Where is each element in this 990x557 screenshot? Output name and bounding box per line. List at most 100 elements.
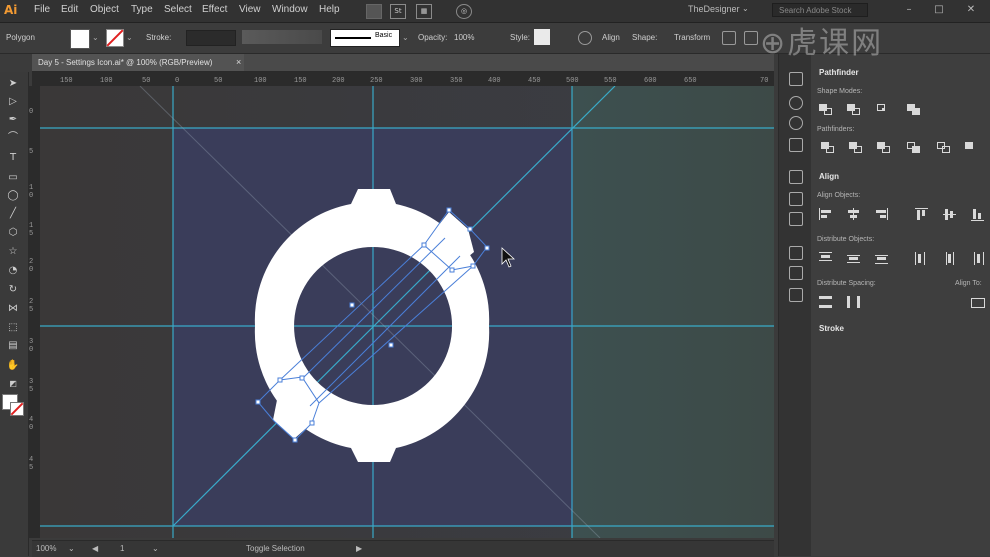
zoom-level[interactable]: 100% xyxy=(36,544,56,553)
selection-tool-icon[interactable]: ➤ xyxy=(6,78,20,90)
menu-file[interactable]: File xyxy=(34,4,50,15)
crop-icon[interactable] xyxy=(907,142,920,153)
stroke-color-swatch[interactable] xyxy=(10,402,24,416)
rectangle-tool-icon[interactable]: ▭ xyxy=(6,172,20,184)
distribute-vertical-center-icon[interactable] xyxy=(847,252,861,264)
artboards-panel-icon[interactable] xyxy=(789,266,803,280)
transform-panel-icon[interactable] xyxy=(789,192,803,206)
recolor-icon[interactable] xyxy=(578,31,592,45)
hand-tool-icon[interactable]: ✋ xyxy=(6,360,20,372)
stock-icon[interactable]: St xyxy=(390,4,406,19)
graphic-style-swatch[interactable] xyxy=(534,29,550,45)
brush-definition-dropdown[interactable]: Basic xyxy=(330,29,400,47)
align-top-icon[interactable] xyxy=(915,208,929,220)
document-tab[interactable]: Day 5 - Settings Icon.ai* @ 100% (RGB/Pr… xyxy=(32,54,244,71)
exclude-icon[interactable] xyxy=(907,104,920,115)
opacity-value[interactable]: 100% xyxy=(454,33,474,42)
distribute-bottom-icon[interactable] xyxy=(875,252,889,264)
pathfinder-title[interactable]: Pathfinder xyxy=(819,68,859,77)
rotate-tool-icon[interactable]: ↻ xyxy=(6,284,20,296)
menu-help[interactable]: Help xyxy=(319,4,340,15)
merge-icon[interactable] xyxy=(877,142,890,153)
stroke-title[interactable]: Stroke xyxy=(819,324,844,333)
align-horizontal-center-icon[interactable] xyxy=(847,208,861,220)
unite-icon[interactable] xyxy=(819,104,832,115)
bridge-icon[interactable] xyxy=(366,4,382,19)
shape-link[interactable]: Shape: xyxy=(632,33,657,42)
close-icon[interactable]: ✕ xyxy=(962,2,980,18)
menu-type[interactable]: Type xyxy=(131,4,153,15)
play-icon[interactable]: ▶ xyxy=(356,544,362,553)
chevron-down-icon[interactable]: ⌄ xyxy=(68,544,75,553)
align-title[interactable]: Align xyxy=(819,172,839,181)
gradient-panel-icon[interactable] xyxy=(789,138,803,152)
export-panel-icon[interactable] xyxy=(789,288,803,302)
reflect-tool-icon[interactable]: ⋈ xyxy=(6,303,20,315)
align-vertical-center-icon[interactable] xyxy=(943,208,957,220)
chevron-down-icon[interactable]: ⌄ xyxy=(742,4,749,13)
arrange-icon[interactable] xyxy=(744,31,758,45)
outline-icon[interactable] xyxy=(937,142,950,153)
chevron-down-icon[interactable]: ⌄ xyxy=(402,33,409,42)
gpu-performance-icon[interactable]: ◎ xyxy=(456,4,472,19)
free-transform-icon[interactable]: ⬚ xyxy=(6,322,20,334)
distribute-left-icon[interactable] xyxy=(915,252,929,265)
transform-link[interactable]: Transform xyxy=(674,33,710,42)
brushes-panel-icon[interactable] xyxy=(789,116,803,130)
distribute-top-icon[interactable] xyxy=(819,252,833,264)
layers-panel-icon[interactable] xyxy=(789,246,803,260)
close-tab-icon[interactable]: × xyxy=(236,54,241,71)
stroke-weight-field[interactable] xyxy=(186,30,236,46)
line-tool-icon[interactable]: ╱ xyxy=(6,208,20,220)
fill-swatch[interactable] xyxy=(70,29,90,49)
align-bottom-icon[interactable] xyxy=(971,208,985,221)
divide-icon[interactable] xyxy=(821,142,834,153)
vertical-distribute-space-icon[interactable] xyxy=(819,296,833,308)
gradient-tool-icon[interactable]: ▤ xyxy=(6,340,20,352)
search-stock-input[interactable]: Search Adobe Stock xyxy=(772,3,868,17)
ellipse-tool-icon[interactable]: ◯ xyxy=(6,190,20,202)
type-tool-icon[interactable]: T xyxy=(6,152,20,164)
horizontal-distribute-space-icon[interactable] xyxy=(847,296,861,308)
color-panel-icon[interactable] xyxy=(789,72,803,86)
prev-artboard-icon[interactable]: ◀ xyxy=(92,544,98,553)
isolate-icon[interactable] xyxy=(722,31,736,45)
minus-front-icon[interactable] xyxy=(847,104,860,115)
polygon-tool-icon[interactable]: ⬡ xyxy=(6,227,20,239)
distribute-horizontal-center-icon[interactable] xyxy=(943,252,957,265)
stroke-swatch[interactable] xyxy=(106,29,124,47)
chevron-down-icon[interactable]: ⌄ xyxy=(152,544,159,553)
minimize-icon[interactable]: – xyxy=(900,2,918,18)
shape-builder-icon[interactable]: ◔ xyxy=(6,265,20,277)
menu-window[interactable]: Window xyxy=(272,4,308,15)
workspace-switcher[interactable]: TheDesigner xyxy=(688,4,740,14)
align-panel-icon[interactable] xyxy=(789,170,803,184)
curvature-tool-icon[interactable]: ⌒ xyxy=(6,132,20,144)
star-tool-icon[interactable]: ☆ xyxy=(6,246,20,258)
menu-effect[interactable]: Effect xyxy=(202,4,227,15)
intersect-icon[interactable] xyxy=(877,104,890,115)
menu-select[interactable]: Select xyxy=(164,4,192,15)
chevron-down-icon[interactable]: ⌄ xyxy=(126,33,133,42)
align-left-icon[interactable] xyxy=(819,208,833,220)
menu-object[interactable]: Object xyxy=(90,4,119,15)
distribute-right-icon[interactable] xyxy=(971,252,985,265)
align-link[interactable]: Align xyxy=(602,33,620,42)
align-right-icon[interactable] xyxy=(875,208,889,220)
chevron-down-icon[interactable]: ⌄ xyxy=(92,33,99,42)
artboard-number[interactable]: 1 xyxy=(120,544,124,553)
shapes-panel-icon[interactable] xyxy=(789,212,803,226)
menu-view[interactable]: View xyxy=(239,4,261,15)
maximize-icon[interactable]: □ xyxy=(930,2,948,18)
default-colors-icon[interactable]: ◩ xyxy=(6,378,20,390)
canvas[interactable] xyxy=(40,86,774,538)
direct-selection-tool-icon[interactable]: ▷ xyxy=(6,96,20,108)
align-to-selection-icon[interactable] xyxy=(971,296,985,308)
arrange-documents-icon[interactable]: ▦ xyxy=(416,4,432,19)
variable-width-profile[interactable] xyxy=(242,30,322,44)
pen-tool-icon[interactable]: ✒ xyxy=(6,114,20,126)
minus-back-icon[interactable] xyxy=(965,142,978,153)
swatches-panel-icon[interactable] xyxy=(789,96,803,110)
menu-edit[interactable]: Edit xyxy=(61,4,78,15)
trim-icon[interactable] xyxy=(849,142,862,153)
